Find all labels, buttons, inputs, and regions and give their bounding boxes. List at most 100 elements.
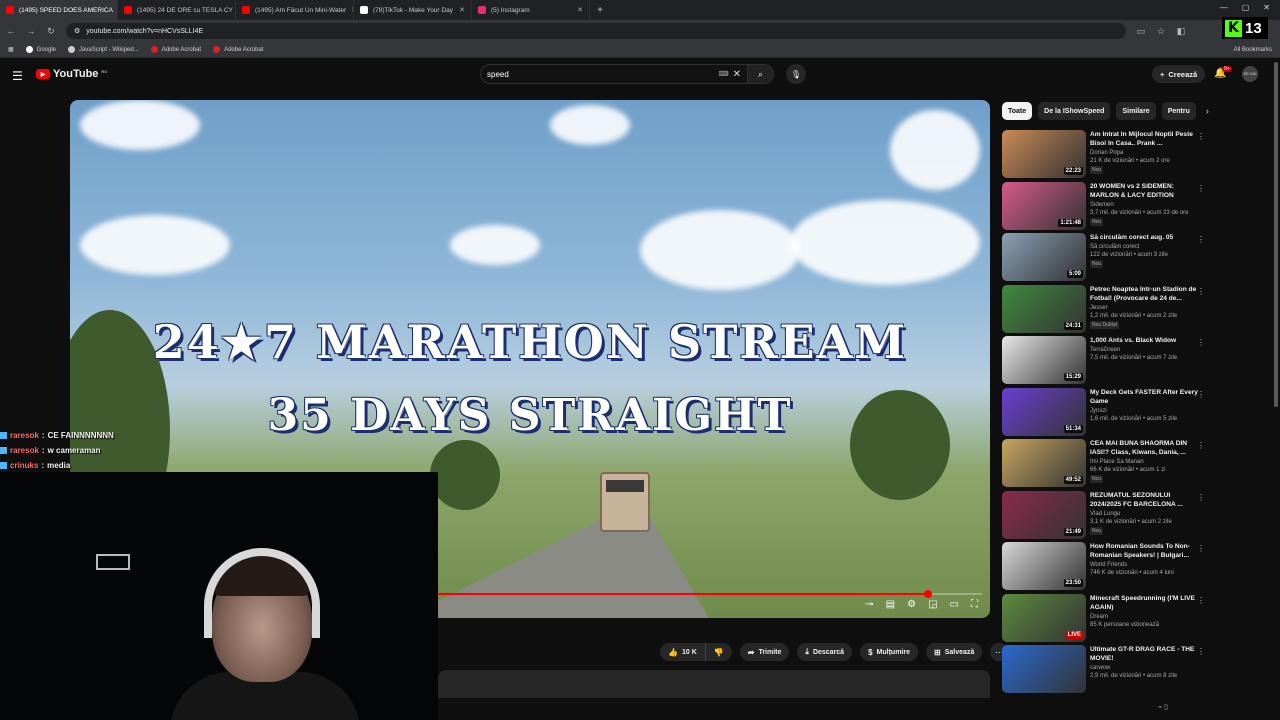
video-thumbnail[interactable]: 51:34 <box>1002 387 1086 436</box>
filter-chip[interactable]: Pentru <box>1161 102 1196 120</box>
recommended-video[interactable]: 15:29 1,000 Ants vs. Black Widow TerraGree… <box>1002 336 1272 388</box>
bookmark-item[interactable]: JavaScript - Wikiped... <box>68 46 139 53</box>
video-title[interactable]: CEA MAI BUNA SHAORMA DIN IASI!? Class, K… <box>1090 439 1200 457</box>
video-thumbnail[interactable]: 22:23 <box>1002 130 1086 178</box>
channel-name[interactable]: World Friends <box>1090 561 1200 569</box>
channel-name[interactable]: Sidemen <box>1090 201 1200 209</box>
channel-name[interactable]: Dream <box>1090 613 1200 621</box>
channel-name[interactable]: carwow <box>1090 664 1200 672</box>
browser-tab[interactable]: (1495) SPEED DOES AMERICA✕ <box>0 0 118 20</box>
fullscreen-icon[interactable]: ⛶ <box>971 599 978 610</box>
more-options-icon[interactable]: ⋮ <box>1197 390 1205 399</box>
video-title[interactable]: 1,000 Ants vs. Black Widow <box>1090 336 1200 345</box>
chevron-right-icon[interactable]: › <box>1206 106 1209 116</box>
channel-name[interactable]: Jynxzi <box>1090 407 1200 415</box>
tab-close-icon[interactable]: ✕ <box>459 6 465 14</box>
bookmark-item[interactable]: Adobe Acrobat <box>213 46 263 53</box>
filter-chip[interactable]: Toate <box>1002 102 1033 120</box>
bookmark-item[interactable]: Adobe Acrobat <box>150 46 201 53</box>
all-bookmarks-link[interactable]: All Bookmarks <box>1234 47 1272 53</box>
more-options-icon[interactable]: ⋮ <box>1197 287 1205 296</box>
video-title[interactable]: REZUMATUL SEZONULUI 2024/2025 FC BARCELO… <box>1090 491 1200 509</box>
channel-name[interactable]: Vlad Lungu <box>1090 510 1200 518</box>
video-thumbnail[interactable]: 1:21:48 <box>1002 181 1086 230</box>
more-options-icon[interactable]: ⋮ <box>1197 544 1205 553</box>
progress-bar[interactable] <box>438 590 982 598</box>
more-options-icon[interactable]: ⋮ <box>1197 235 1205 244</box>
video-thumbnail[interactable]: LIVE <box>1002 593 1086 642</box>
dislike-button[interactable]: 👎 <box>705 643 732 661</box>
settings-gear-icon[interactable]: ⚙ <box>907 599 916 610</box>
browser-tab[interactable]: (1495) 24 DE ORE cu TESLA CY✕ <box>118 0 236 20</box>
recommended-video[interactable]: LIVE Minecraft Speedrunning (I'M LIVE AGA… <box>1002 593 1272 646</box>
like-button[interactable]: 👍 10 K <box>660 643 706 661</box>
extension-icon[interactable]: ◧ <box>1176 26 1186 37</box>
recommended-video[interactable]: 22:23 Am Intrat In Mijlocul Noptii Peste … <box>1002 130 1272 182</box>
miniplayer-icon[interactable]: ◲ <box>928 599 937 610</box>
video-thumbnail[interactable]: 5:09 <box>1002 233 1086 281</box>
video-thumbnail[interactable]: 23:50 <box>1002 542 1086 590</box>
more-options-icon[interactable]: ⋮ <box>1197 184 1205 193</box>
recommended-video[interactable]: 1:21:48 20 WOMEN vs 2 SIDEMEN: MARLON & L… <box>1002 181 1272 234</box>
video-thumbnail[interactable]: 49:52 <box>1002 439 1086 487</box>
video-title[interactable]: Să circulăm corect aug. 05 <box>1090 233 1200 242</box>
search-button[interactable]: ⌕ <box>748 64 774 84</box>
page-scrollbar[interactable] <box>1274 62 1278 407</box>
recommended-video[interactable]: 51:34 My Deck Gets FASTER After Every Gam… <box>1002 387 1272 440</box>
channel-name[interactable]: TerraGreen <box>1090 346 1200 354</box>
video-title[interactable]: 20 WOMEN vs 2 SIDEMEN: MARLON & LACY EDI… <box>1090 182 1200 200</box>
site-info-icon[interactable]: ⚙ <box>74 27 80 35</box>
maximize-icon[interactable]: ▢ <box>1242 3 1250 12</box>
menu-icon[interactable]: ☰ <box>12 69 23 83</box>
channel-name[interactable]: Să circulăm corect <box>1090 243 1200 251</box>
more-options-icon[interactable]: ⋮ <box>1197 596 1205 605</box>
minimize-icon[interactable]: — <box>1220 3 1228 12</box>
save-button[interactable]: ⊞ Salvează <box>925 643 983 661</box>
video-thumbnail[interactable]: 21:49 <box>1002 490 1086 539</box>
keyboard-icon[interactable]: ⌨ <box>719 70 729 78</box>
close-window-icon[interactable]: ✕ <box>1263 3 1270 12</box>
channel-name[interactable]: Imi Place Sa Manan <box>1090 458 1200 466</box>
browser-tab[interactable]: (1495) Am Făcut Un Mini-Water✕ <box>236 0 354 20</box>
channel-name[interactable]: Jesser <box>1090 304 1200 312</box>
recommended-video[interactable]: 23:50 How Romanian Sounds To Non-Romanian… <box>1002 542 1272 594</box>
video-thumbnail[interactable]: 24:31 <box>1002 284 1086 333</box>
forward-icon[interactable]: → <box>26 26 36 36</box>
cast-icon[interactable]: ▭ <box>1136 26 1146 37</box>
recommended-video[interactable]: Ultimate GT-R DRAG RACE - THE MOVIE! carw… <box>1002 645 1272 697</box>
video-title[interactable]: Ultimate GT-R DRAG RACE - THE MOVIE! <box>1090 645 1200 663</box>
more-options-icon[interactable]: ⋮ <box>1197 338 1205 347</box>
filter-chip[interactable]: Similare <box>1116 102 1156 120</box>
bookmark-item[interactable]: Google <box>25 46 56 53</box>
avatar[interactable]: SE KAI <box>1242 66 1258 82</box>
browser-tab[interactable]: (78)TikTok - Make Your Day ✕ <box>354 0 472 20</box>
more-options-icon[interactable]: ⋮ <box>1197 132 1205 141</box>
video-thumbnail[interactable]: 15:29 <box>1002 336 1086 384</box>
description-box[interactable] <box>438 670 990 698</box>
channel-name[interactable]: Dorian Popa <box>1090 149 1200 157</box>
subtitles-icon[interactable]: ▤ <box>886 599 895 610</box>
share-button[interactable]: ➦ Trimite <box>739 643 790 661</box>
youtube-logo[interactable]: ▶ YouTube RO <box>36 68 107 80</box>
voice-search-button[interactable]: 🎙 <box>786 64 806 84</box>
search-input[interactable]: speed ⌨ ✕ <box>480 64 748 84</box>
more-options-icon[interactable]: ⋮ <box>1197 647 1205 656</box>
theater-mode-icon[interactable]: ▭ <box>950 599 959 610</box>
recommended-video[interactable]: 21:49 REZUMATUL SEZONULUI 2024/2025 FC BA… <box>1002 490 1272 543</box>
reload-icon[interactable]: ↻ <box>46 26 56 37</box>
video-thumbnail[interactable] <box>1002 645 1086 693</box>
more-options-icon[interactable]: ⋮ <box>1197 493 1205 502</box>
scrubber-handle[interactable] <box>923 590 932 598</box>
autoplay-toggle-icon[interactable]: ⊸ <box>865 599 873 610</box>
download-button[interactable]: ⤓ Descarcă <box>797 643 853 661</box>
more-options-icon[interactable]: ⋮ <box>1197 441 1205 450</box>
create-button[interactable]: + Creează <box>1152 65 1206 83</box>
url-bar[interactable]: ⚙ youtube.com/watch?v=nHCVsSLLI4E <box>66 23 1126 39</box>
tab-close-icon[interactable]: ✕ <box>577 6 583 14</box>
recommended-video[interactable]: 5:09 Să circulăm corect aug. 05 Să circulă… <box>1002 233 1272 285</box>
video-title[interactable]: My Deck Gets FASTER After Every Game <box>1090 388 1200 406</box>
new-tab-button[interactable]: + <box>590 5 610 16</box>
video-title[interactable]: Am Intrat In Mijlocul Noptii Peste Bisoi… <box>1090 130 1200 148</box>
back-icon[interactable]: ← <box>6 26 16 36</box>
star-icon[interactable]: ☆ <box>1156 26 1166 37</box>
